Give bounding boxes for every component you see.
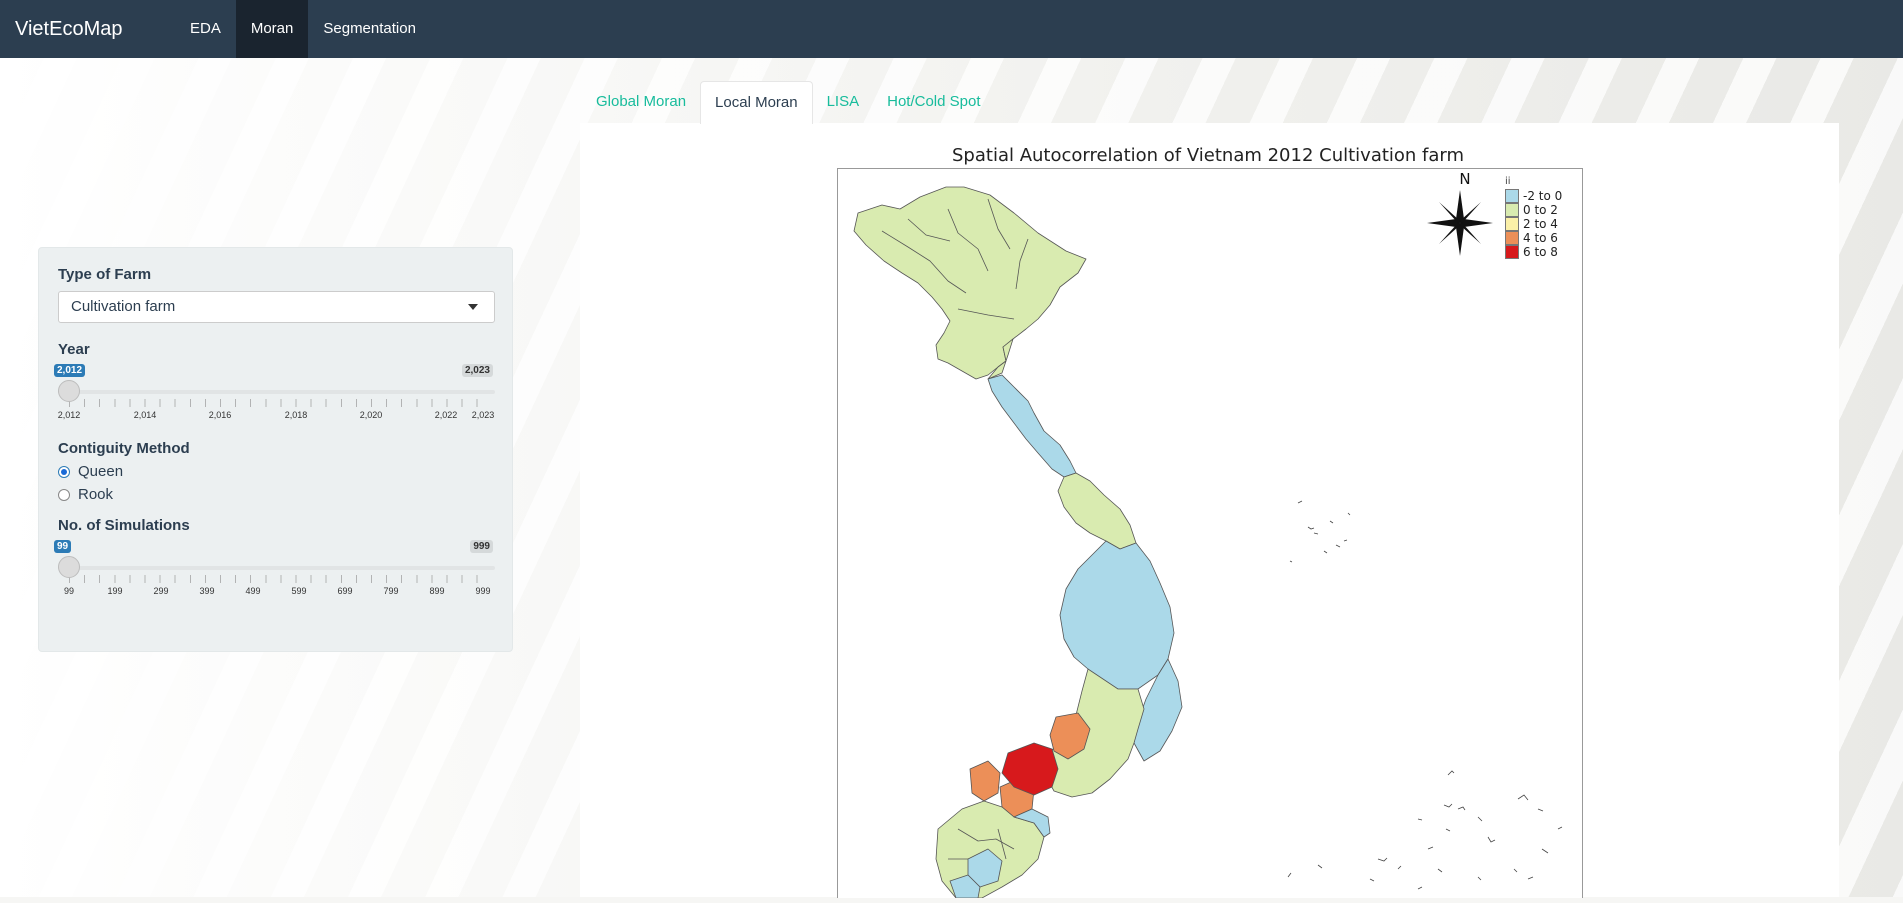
- tab-global-moran[interactable]: Global Moran: [582, 81, 700, 123]
- simulations-slider-ticks: [69, 575, 484, 583]
- region-central-highlands: [1059, 540, 1175, 690]
- radio-rook[interactable]: Rook: [58, 486, 493, 503]
- tab-lisa[interactable]: LISA: [813, 81, 874, 123]
- nav-segmentation[interactable]: Segmentation: [308, 0, 431, 58]
- map-title: Spatial Autocorrelation of Vietnam 2012 …: [952, 145, 1465, 166]
- simulations-slider-handle[interactable]: [58, 556, 80, 578]
- north-arrow-compass: N: [1425, 170, 1495, 263]
- year-label: Year: [58, 341, 90, 358]
- navbar: VietEcoMap EDA Moran Segmentation: [0, 0, 1903, 58]
- paracel-islands: [1289, 500, 1351, 563]
- radio-rook-label: Rook: [78, 486, 114, 503]
- region-north: [853, 186, 1087, 380]
- legend-title: ii: [1505, 176, 1511, 187]
- year-slider[interactable]: 2,012 2,023 2,012 2,014 2,016 2,018 2,02…: [54, 364, 495, 426]
- sim-tick-label: 699: [337, 586, 353, 596]
- simulations-tick-labels: 99 199 299 399 499 599 699 799 899 999: [58, 586, 495, 598]
- legend-swatch: [1505, 189, 1519, 203]
- legend-swatch: [1505, 217, 1519, 231]
- farm-type-value: Cultivation farm: [71, 298, 176, 315]
- nav-moran[interactable]: Moran: [235, 0, 309, 58]
- sim-tick-label: 299: [153, 586, 169, 596]
- sim-tick-label: 199: [107, 586, 123, 596]
- radio-button-checked[interactable]: [58, 465, 70, 478]
- legend-item: 6 to 8: [1505, 245, 1562, 259]
- tab-hot-cold-spot[interactable]: Hot/Cold Spot: [873, 81, 994, 123]
- legend-label: 6 to 8: [1523, 245, 1558, 259]
- year-slider-handle[interactable]: [58, 380, 80, 402]
- sim-tick-label: 99: [63, 586, 75, 596]
- sim-tick-label: 399: [199, 586, 215, 596]
- simulations-max-bubble: 999: [470, 540, 493, 553]
- nav-eda[interactable]: EDA: [175, 0, 236, 58]
- province-4-to-6-b: [969, 760, 1001, 802]
- year-tick-label: 2,023: [471, 410, 495, 420]
- radio-button[interactable]: [58, 488, 70, 501]
- year-tick-label: 2,020: [359, 410, 383, 420]
- legend-swatch: [1505, 231, 1519, 245]
- region-central-coast: [987, 374, 1077, 478]
- farm-type-label: Type of Farm: [58, 266, 152, 283]
- year-tick-label: 2,022: [434, 410, 458, 420]
- legend-label: 4 to 6: [1523, 231, 1558, 245]
- offshore-islands: [1287, 500, 1563, 890]
- legend-swatch: [1505, 245, 1519, 259]
- legend-item: -2 to 0: [1505, 189, 1562, 203]
- sim-tick-label: 799: [383, 586, 399, 596]
- radio-queen-label: Queen: [78, 463, 124, 480]
- legend-swatch: [1505, 203, 1519, 217]
- spratly-islands: [1287, 770, 1496, 890]
- legend-label: 0 to 2: [1523, 203, 1558, 217]
- chevron-down-icon: [468, 304, 478, 310]
- year-tick-label: 2,014: [133, 410, 157, 420]
- legend-label: -2 to 0: [1523, 189, 1563, 203]
- sim-tick-label: 999: [475, 586, 491, 596]
- year-tick-labels: 2,012 2,014 2,016 2,018 2,020 2,022 2,02…: [58, 410, 495, 422]
- map-legend: ii -2 to 0 0 to 2 2 to 4 4 to 6 6 to 8: [1505, 176, 1562, 259]
- tab-local-moran[interactable]: Local Moran: [700, 81, 813, 124]
- legend-label: 2 to 4: [1523, 217, 1558, 231]
- simulations-label: No. of Simulations: [58, 517, 190, 534]
- contiguity-label: Contiguity Method: [58, 440, 190, 457]
- compass-icon: [1427, 190, 1493, 256]
- farm-type-select[interactable]: Cultivation farm: [58, 291, 495, 323]
- year-slider-ticks: [69, 399, 484, 407]
- map-frame: [837, 168, 1583, 899]
- legend-item: 0 to 2: [1505, 203, 1562, 217]
- moran-tabs: Global Moran Local Moran LISA Hot/Cold S…: [582, 81, 995, 124]
- radio-queen[interactable]: Queen: [58, 463, 493, 480]
- vietnam-choropleth-map: [853, 186, 1563, 899]
- year-tick-label: 2,018: [284, 410, 308, 420]
- legend-item: 2 to 4: [1505, 217, 1562, 231]
- app-brand[interactable]: VietEcoMap: [15, 18, 175, 41]
- year-tick-label: 2,012: [57, 410, 81, 420]
- simulations-slider-track[interactable]: [58, 566, 495, 570]
- sim-tick-label: 499: [245, 586, 261, 596]
- eastern-islands: [1513, 794, 1563, 880]
- year-slider-track[interactable]: [58, 390, 495, 394]
- sim-tick-label: 899: [429, 586, 445, 596]
- region-central: [1057, 472, 1137, 550]
- year-tick-label: 2,016: [208, 410, 232, 420]
- sim-tick-label: 599: [291, 586, 307, 596]
- year-value-bubble: 2,012: [54, 364, 86, 377]
- legend-item: 4 to 6: [1505, 231, 1562, 245]
- year-max-bubble: 2,023: [461, 364, 493, 377]
- simulations-value-bubble: 99: [54, 540, 72, 553]
- control-sidebar: Type of Farm Cultivation farm Year 2,012…: [38, 247, 513, 652]
- north-label: N: [1459, 170, 1471, 188]
- simulations-slider[interactable]: 99 999 99 199 299 399 499 599 699 799 89…: [54, 540, 495, 602]
